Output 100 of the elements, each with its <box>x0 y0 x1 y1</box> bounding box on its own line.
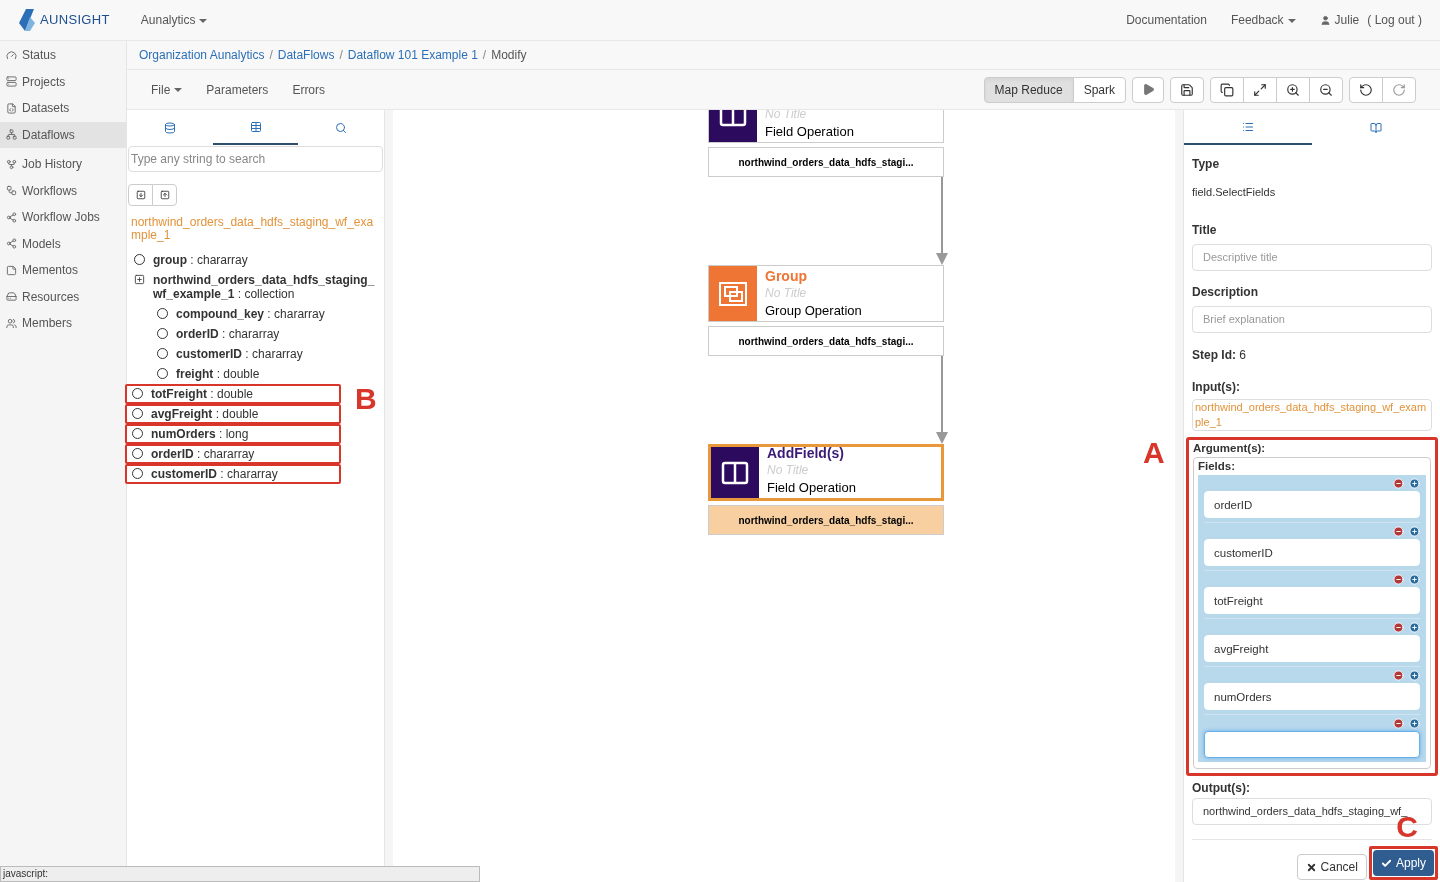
nav-link[interactable]: Feedback <box>1230 11 1296 29</box>
engine-toggle[interactable]: Map Reduce <box>983 76 1074 103</box>
title-field[interactable]: Descriptive title <box>1192 243 1432 271</box>
field-input[interactable]: customerID <box>1204 539 1420 566</box>
copy-icon <box>1220 82 1234 97</box>
radio-icon[interactable] <box>157 368 168 379</box>
run-button[interactable] <box>1132 76 1164 103</box>
sidebar-item[interactable]: Workflow Jobs <box>0 204 126 231</box>
description-field[interactable]: Brief explanation <box>1192 305 1432 333</box>
remove-icon[interactable] <box>1393 574 1404 585</box>
field-input[interactable]: numOrders <box>1204 683 1420 710</box>
remove-icon[interactable] <box>1393 670 1404 681</box>
radio-icon[interactable] <box>132 448 143 459</box>
radio-icon[interactable] <box>132 468 143 479</box>
nav-icon <box>6 76 17 88</box>
radio-icon[interactable] <box>157 308 168 319</box>
sidebar-item[interactable]: Job History <box>0 151 126 178</box>
add-icon[interactable] <box>1409 478 1420 489</box>
radio-icon[interactable] <box>132 428 143 439</box>
sidebar-item[interactable]: Datasets <box>0 95 126 122</box>
breadcrumb-link[interactable]: DataFlows <box>277 46 335 64</box>
node-output[interactable]: northwind_orders_data_hdfs_stagi... <box>708 147 944 177</box>
play-icon <box>1141 83 1155 96</box>
node-output[interactable]: northwind_orders_data_hdfs_stagi... <box>708 505 944 535</box>
tool-button[interactable] <box>1309 76 1343 103</box>
tool-button[interactable] <box>1210 76 1244 103</box>
tree-item[interactable]: compound_key : chararray <box>127 304 379 324</box>
sidebar-item[interactable]: Members <box>0 310 126 337</box>
node-title: AddField(s) <box>767 445 845 462</box>
tree-item[interactable]: orderID : chararray <box>127 324 379 344</box>
radio-icon[interactable] <box>132 388 143 399</box>
collapse-all-button[interactable] <box>152 184 177 206</box>
add-icon[interactable] <box>1409 574 1420 585</box>
remove-icon[interactable] <box>1393 718 1404 729</box>
add-icon[interactable] <box>1409 670 1420 681</box>
nav-icon <box>6 185 17 197</box>
sidebar-item[interactable]: Dataflows <box>0 121 126 148</box>
field-heading: Type <box>1192 156 1221 173</box>
field-label: avgFreight : double <box>151 407 259 421</box>
sidebar-item[interactable]: Resources <box>0 283 126 310</box>
breadcrumb-link[interactable]: Dataflow 101 Example 1 <box>347 46 478 64</box>
node-title: Group <box>765 268 808 285</box>
field-label: numOrders : long <box>151 427 249 441</box>
toolbar-menu[interactable]: File <box>151 80 183 99</box>
tool-button[interactable] <box>1349 76 1383 103</box>
nav-link[interactable]: Documentation <box>1126 11 1207 29</box>
remove-icon[interactable] <box>1393 622 1404 633</box>
logout-link[interactable]: ( Log out ) <box>1367 11 1422 29</box>
toolbar-menu[interactable]: Errors <box>292 80 326 99</box>
columns-icon <box>721 460 749 485</box>
sidebar-item[interactable]: Workflows <box>0 177 126 204</box>
expand-icon[interactable] <box>134 274 145 285</box>
breadcrumb-separator: / <box>269 47 273 64</box>
tree-item[interactable]: freight : double <box>127 364 379 384</box>
tool-button[interactable] <box>1276 76 1310 103</box>
tool-button[interactable] <box>1170 76 1204 103</box>
tree-item[interactable]: customerID : chararray <box>127 344 379 364</box>
field-label: group : chararray <box>153 253 248 267</box>
sidebar-item[interactable]: Models <box>0 230 126 257</box>
field-label: orderID : chararray <box>151 447 255 461</box>
field-input[interactable] <box>1204 731 1420 758</box>
engine-toggle[interactable]: Spark <box>1072 76 1126 103</box>
tree-item[interactable]: orderID : chararray <box>125 444 341 464</box>
radio-icon[interactable] <box>134 254 145 265</box>
add-icon[interactable] <box>1409 526 1420 537</box>
tree-item[interactable]: group : chararray <box>127 250 379 270</box>
add-icon[interactable] <box>1409 718 1420 729</box>
tree-item[interactable]: totFreight : double <box>125 384 341 404</box>
tree-item[interactable]: northwind_orders_data_hdfs_staging_wf_example_1 : collection <box>127 270 379 304</box>
expand-icon <box>135 190 146 200</box>
sidebar-item[interactable]: Projects <box>0 68 126 95</box>
tree-item[interactable]: customerID : chararray <box>125 464 341 484</box>
expand-all-button[interactable] <box>128 184 153 206</box>
user-name[interactable]: Julie <box>1334 11 1360 29</box>
tree-item[interactable]: avgFreight : double <box>125 404 341 424</box>
cancel-button[interactable]: Cancel <box>1296 854 1367 880</box>
field-input[interactable]: avgFreight <box>1204 635 1420 662</box>
org-menu[interactable]: Aunalytics <box>140 11 208 29</box>
radio-icon[interactable] <box>157 348 168 359</box>
search-field[interactable]: Type any string to search <box>128 146 383 172</box>
radio-icon[interactable] <box>132 408 143 419</box>
node-operation: Group Operation <box>765 302 862 319</box>
remove-icon[interactable] <box>1393 526 1404 537</box>
toolbar-menu[interactable]: Parameters <box>206 80 269 99</box>
tree-item[interactable]: numOrders : long <box>125 424 341 444</box>
field-heading: Fields: <box>1198 458 1237 474</box>
breadcrumb-link[interactable]: Organization Aunalytics <box>139 46 265 64</box>
sidebar-item[interactable]: Status <box>0 42 126 69</box>
radio-icon[interactable] <box>157 328 168 339</box>
apply-button[interactable]: Apply <box>1372 850 1434 876</box>
sidebar-item[interactable]: Mementos <box>0 257 126 284</box>
breadcrumb-current: Modify <box>491 47 527 64</box>
remove-icon[interactable] <box>1393 478 1404 489</box>
node-output[interactable]: northwind_orders_data_hdfs_stagi... <box>708 326 944 356</box>
add-icon[interactable] <box>1409 622 1420 633</box>
field-input[interactable]: orderID <box>1204 491 1420 518</box>
nav-icon <box>6 238 17 250</box>
tool-button[interactable] <box>1243 76 1277 103</box>
zoom-out-icon <box>1319 82 1333 97</box>
field-input[interactable]: totFreight <box>1204 587 1420 614</box>
